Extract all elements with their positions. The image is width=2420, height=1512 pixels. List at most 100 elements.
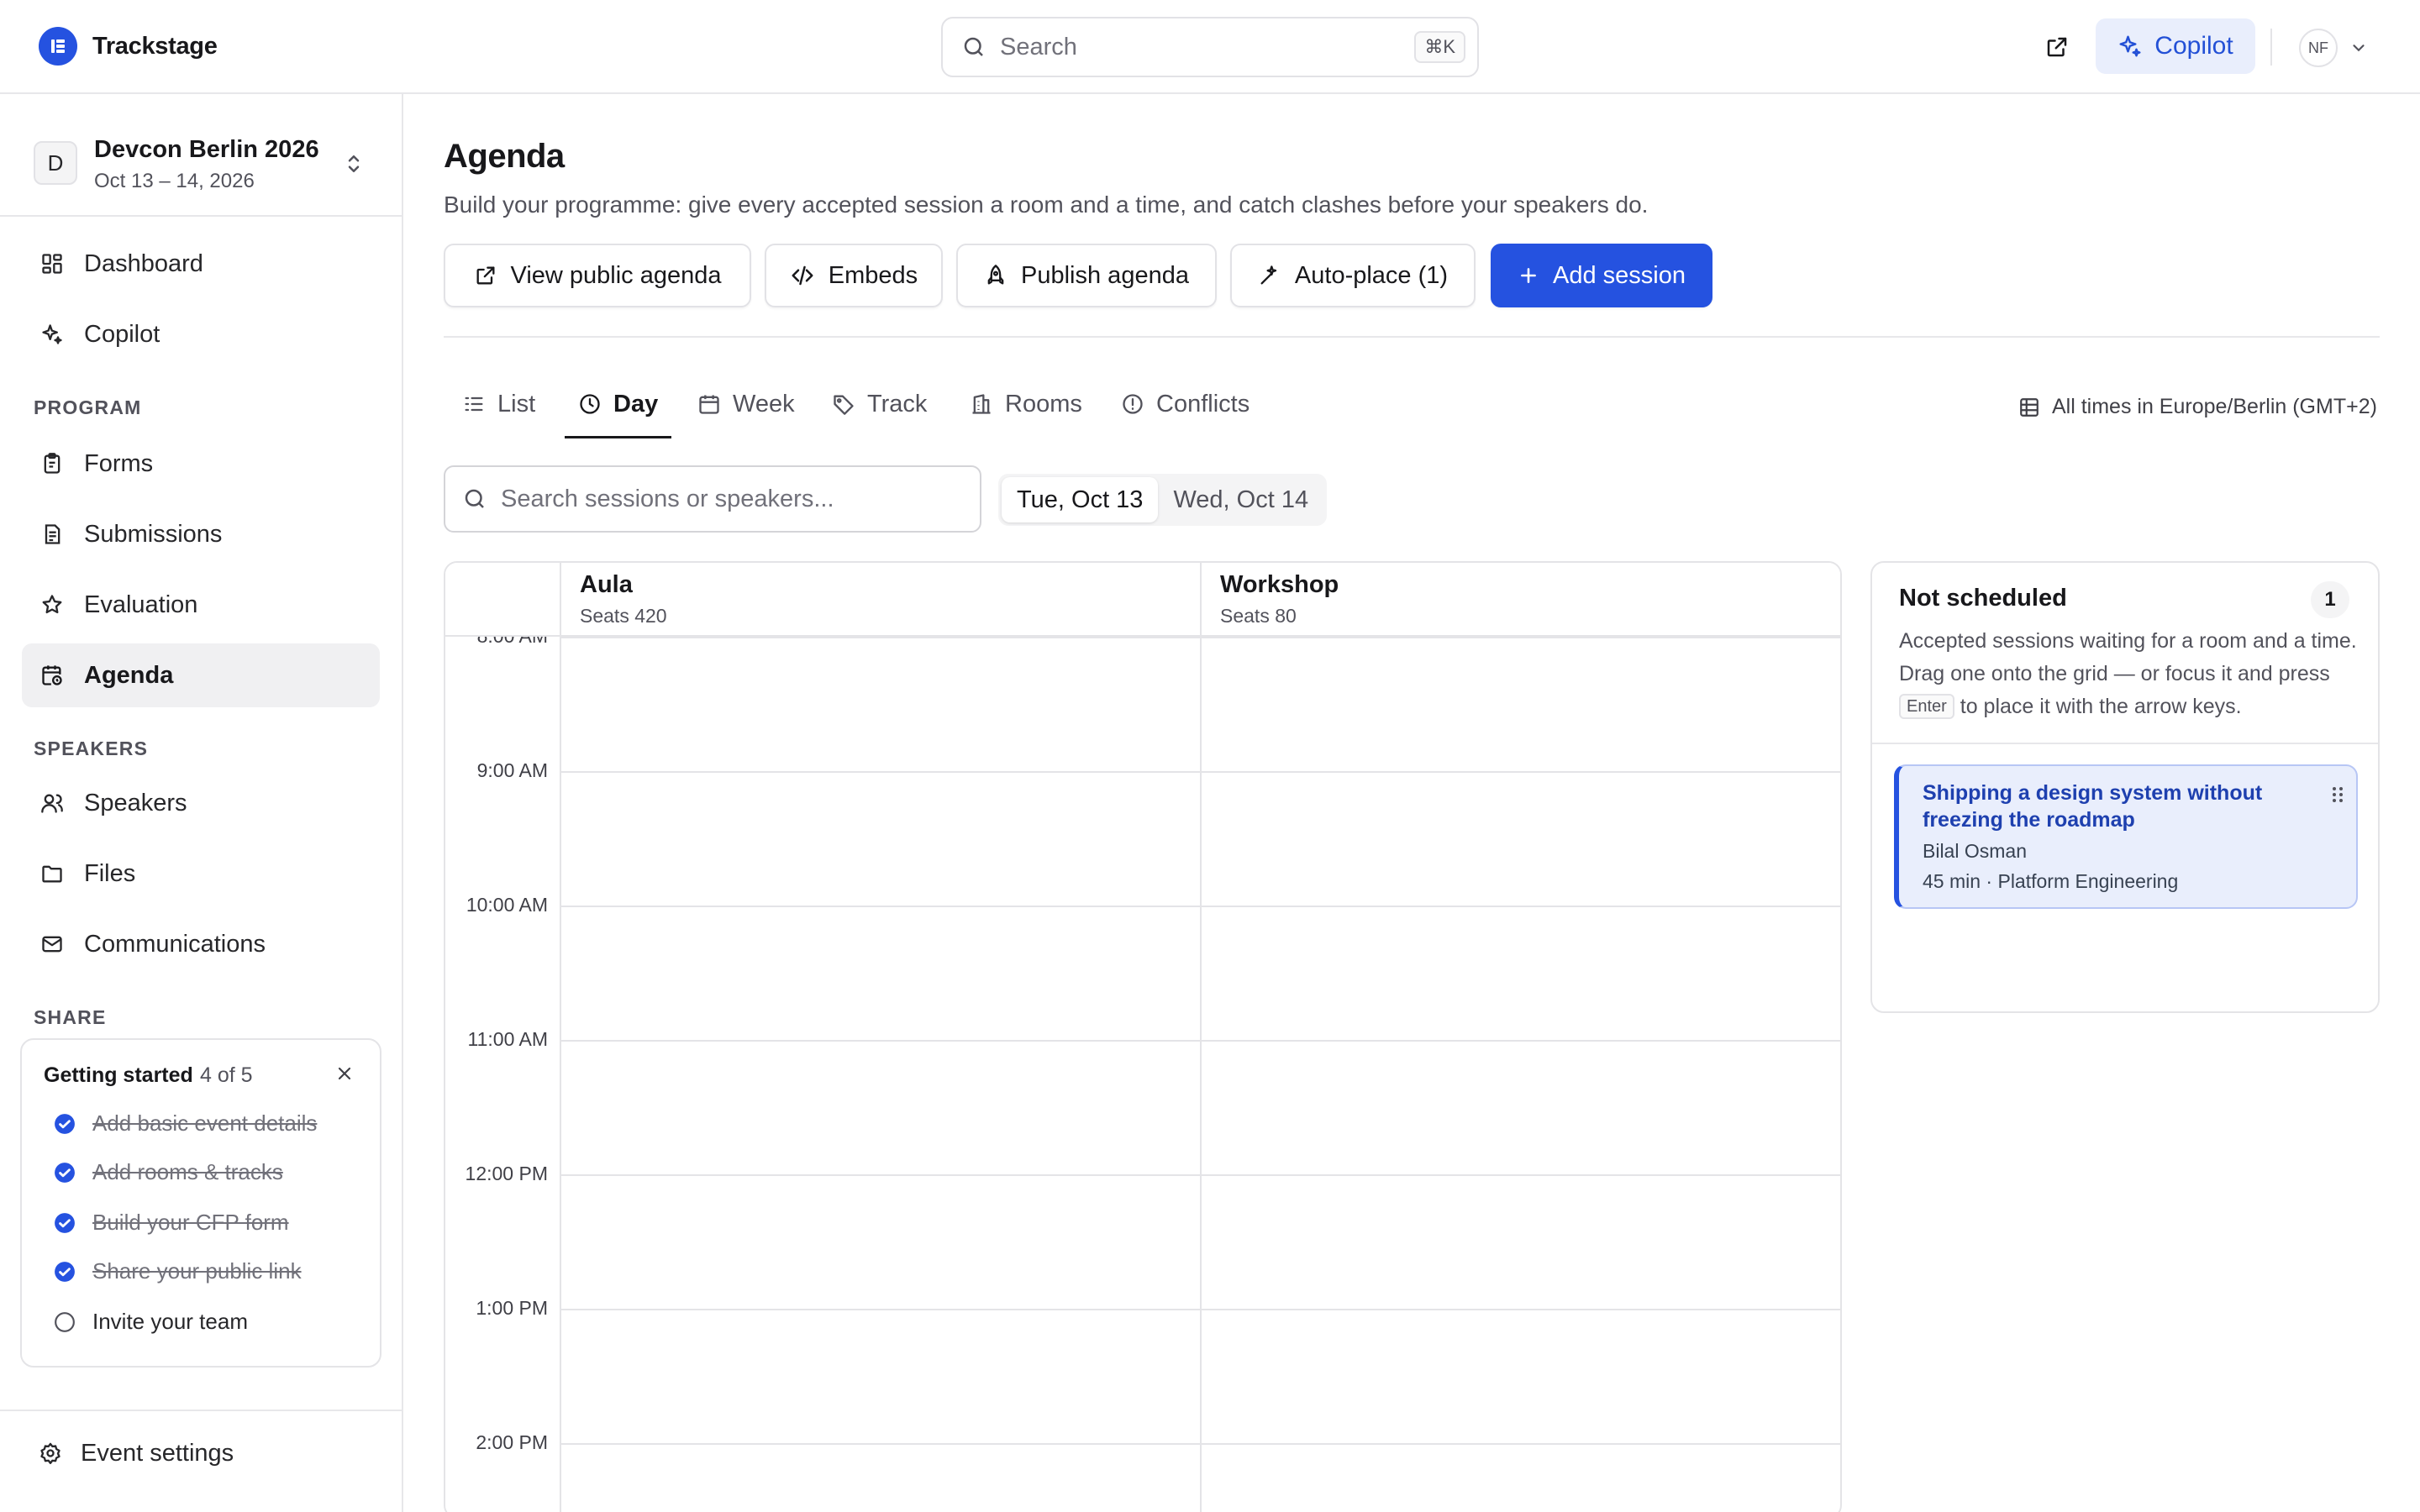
search-icon: [961, 34, 986, 60]
sidebar-item-evaluation[interactable]: Evaluation: [22, 573, 380, 637]
tab-label: Week: [733, 390, 795, 417]
checklist-item[interactable]: Add basic event details: [54, 1110, 317, 1137]
page-title: Agenda: [444, 138, 565, 175]
toolbar-divider: [2270, 29, 2272, 66]
sidebar-item-label: Dashboard: [84, 249, 203, 277]
empty-circle-icon: [54, 1311, 76, 1333]
sidebar-item-speakers[interactable]: Speakers: [22, 771, 380, 835]
room-header-aula[interactable]: Aula Seats 420: [560, 563, 1200, 637]
time-label: 1:00 PM: [476, 1297, 548, 1319]
checklist-item[interactable]: Add rooms & tracks: [54, 1159, 283, 1185]
day-wed-oct-14[interactable]: Wed, Oct 14: [1158, 477, 1323, 522]
day-tue-oct-13[interactable]: Tue, Oct 13: [1002, 477, 1159, 522]
event-dates: Oct 13 – 14, 2026: [94, 170, 255, 192]
time-label: 10:00 AM: [466, 894, 548, 916]
tab-rooms[interactable]: Rooms: [970, 370, 1082, 438]
user-avatar[interactable]: NF: [2299, 29, 2338, 67]
checklist-item-label: Share your public link: [92, 1258, 302, 1284]
tab-conflicts[interactable]: Conflicts: [1121, 370, 1249, 438]
embeds-button[interactable]: Embeds: [765, 244, 943, 307]
magic-wand-icon: [1258, 264, 1281, 287]
not-scheduled-description: Accepted sessions waiting for a room and…: [1899, 625, 2358, 723]
sparkles-icon: [39, 321, 66, 348]
drag-handle-icon[interactable]: [2329, 785, 2346, 805]
calendar-clock-icon: [39, 662, 66, 689]
time-column-divider: [560, 563, 561, 1512]
sidebar-item-label: Forms: [84, 449, 154, 477]
room-name: Aula: [580, 571, 633, 598]
room-column-divider: [1200, 563, 1202, 1512]
mail-icon: [39, 931, 66, 958]
search-placeholder: Search: [1000, 33, 1077, 60]
hour-line: [560, 771, 1840, 773]
sidebar-item-submissions[interactable]: Submissions: [22, 502, 380, 566]
users-icon: [39, 790, 66, 816]
session-search-input[interactable]: Search sessions or speakers...: [444, 465, 981, 533]
rocket-icon: [984, 264, 1007, 287]
chevron-down-icon[interactable]: [2349, 39, 2368, 57]
settings-label: Event settings: [81, 1439, 234, 1467]
room-header-workshop[interactable]: Workshop Seats 80: [1200, 563, 1840, 637]
checklist-item-label: Add basic event details: [92, 1110, 318, 1136]
copilot-button[interactable]: Copilot: [2096, 18, 2255, 74]
getting-started-title: Getting started: [44, 1063, 193, 1087]
grid-icon: [2018, 396, 2040, 418]
checklist-item-label: Build your CFP form: [92, 1210, 289, 1235]
folder-icon: [39, 860, 66, 887]
auto-place-button[interactable]: Auto-place (1): [1230, 244, 1476, 307]
checklist-item[interactable]: Share your public link: [54, 1258, 302, 1284]
room-name: Workshop: [1220, 571, 1339, 598]
tab-week[interactable]: Week: [697, 370, 795, 438]
description-text: Accepted sessions waiting for a room and…: [1899, 629, 2357, 685]
hour-line: [560, 1443, 1840, 1445]
close-icon[interactable]: [334, 1063, 355, 1084]
sidebar-item-copilot[interactable]: Copilot: [22, 302, 380, 366]
sidebar-item-files[interactable]: Files: [22, 842, 380, 906]
sidebar-item-communications[interactable]: Communications: [22, 912, 380, 976]
chevron-up-down-icon: [341, 151, 366, 176]
clock-icon: [578, 392, 602, 416]
not-scheduled-count-badge: 1: [2311, 581, 2349, 618]
getting-started-card: Getting started 4 of 5 Add basic event d…: [20, 1038, 381, 1368]
session-search-placeholder: Search sessions or speakers...: [501, 485, 834, 512]
event-switcher[interactable]: D Devcon Berlin 2026 Oct 13 – 14, 2026: [34, 128, 378, 202]
checklist-item[interactable]: Invite your team: [54, 1309, 248, 1335]
hour-line: [560, 1040, 1840, 1042]
sidebar-item-agenda[interactable]: Agenda: [22, 643, 380, 707]
button-label: Auto-place (1): [1294, 261, 1449, 289]
open-external-icon: [474, 264, 497, 287]
top-bar: Trackstage Search ⌘K Copilot NF: [0, 0, 2420, 94]
global-search-input[interactable]: Search ⌘K: [941, 17, 1479, 77]
button-label: Embeds: [828, 261, 918, 289]
hour-line: [560, 1174, 1840, 1176]
tab-day[interactable]: Day: [565, 370, 672, 438]
session-speaker: Bilal Osman: [1923, 840, 2027, 862]
sidebar-item-label: Speakers: [84, 789, 187, 816]
search-shortcut: ⌘K: [1414, 31, 1465, 63]
open-external-icon[interactable]: [2040, 30, 2074, 64]
view-public-agenda-button[interactable]: View public agenda: [444, 244, 751, 307]
sidebar-item-dashboard[interactable]: Dashboard: [22, 232, 380, 296]
brand[interactable]: Trackstage: [39, 27, 218, 66]
tab-track[interactable]: Track: [832, 370, 927, 438]
checklist-item[interactable]: Build your CFP form: [54, 1210, 289, 1236]
tab-label: Day: [613, 390, 659, 417]
code-icon: [790, 263, 815, 288]
sidebar-item-event-settings[interactable]: Event settings: [22, 1421, 380, 1485]
sparkles-icon: [2118, 34, 2143, 59]
time-label: 12:00 PM: [465, 1163, 548, 1184]
trackstage-logo-icon: [39, 27, 77, 66]
hour-line: [560, 637, 1840, 638]
sidebar-item-label: Communications: [84, 930, 266, 958]
publish-agenda-button[interactable]: Publish agenda: [956, 244, 1217, 307]
hour-line: [560, 1309, 1840, 1310]
tab-list[interactable]: List: [462, 370, 535, 438]
room-seats: Seats 420: [580, 605, 667, 627]
app-name: Trackstage: [92, 32, 218, 60]
unscheduled-session-card[interactable]: Shipping a design system without freezin…: [1894, 764, 2358, 909]
tab-label: Track: [867, 390, 928, 417]
sidebar-divider: [0, 1410, 403, 1411]
sidebar-item-forms[interactable]: Forms: [22, 432, 380, 496]
timezone-label: All times in Europe/Berlin (GMT+2): [2052, 395, 2377, 418]
add-session-button[interactable]: Add session: [1491, 244, 1712, 307]
